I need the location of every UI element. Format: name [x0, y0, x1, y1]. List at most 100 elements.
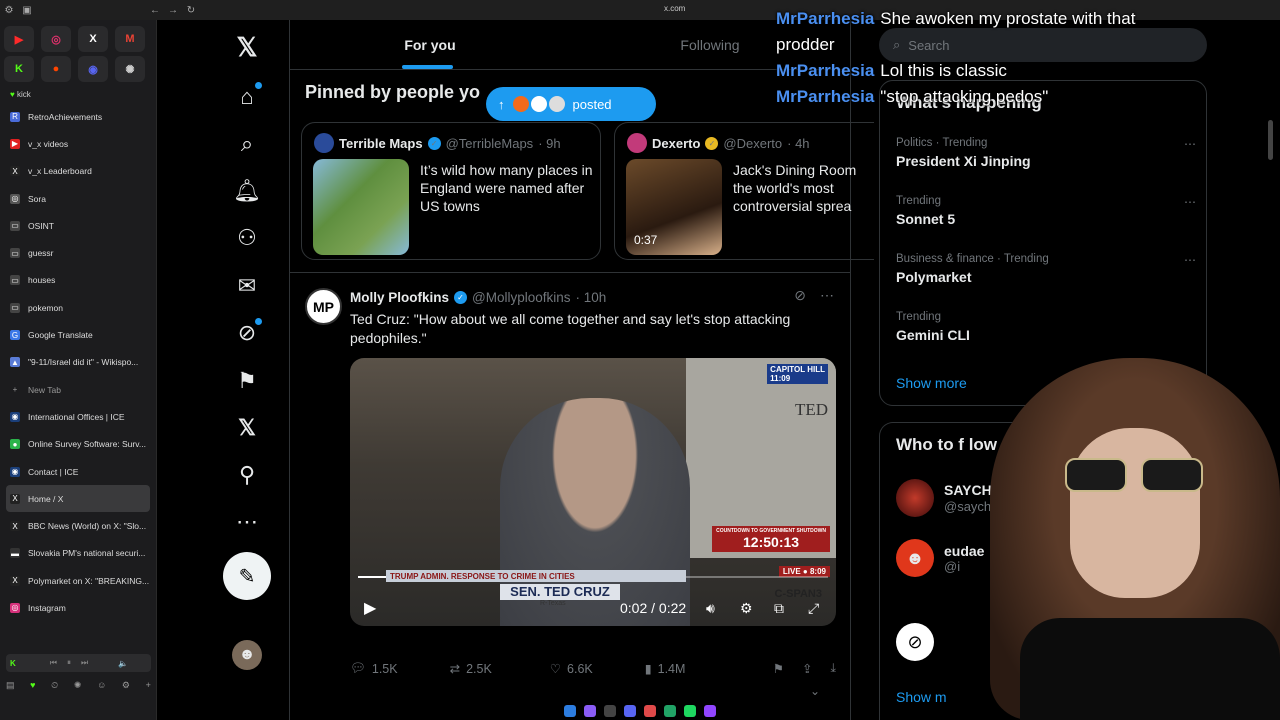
browser-tab[interactable]: ▶ v_x videos: [0, 130, 156, 157]
browser-tab[interactable]: Xv_x Leaderboard: [0, 158, 156, 185]
url-bar[interactable]: x.com: [664, 4, 685, 13]
tweet-author-name[interactable]: Molly Ploofkins: [350, 290, 449, 305]
browser-tab[interactable]: ▬ Slovakia PM's national securi...: [0, 540, 156, 567]
reload-icon[interactable]: ↻: [182, 5, 200, 16]
account-avatar[interactable]: ☻: [232, 640, 262, 670]
instagram-pin-icon[interactable]: ◎: [41, 26, 71, 52]
tweet-time[interactable]: · 10h: [576, 290, 607, 305]
reddit-pin-icon[interactable]: ●: [41, 56, 71, 82]
tweet-author-handle[interactable]: @Mollyploofkins: [472, 290, 571, 305]
play-icon[interactable]: ▶: [364, 598, 376, 618]
browser-tab[interactable]: ◎ Instagram: [0, 594, 156, 621]
app-icon[interactable]: [604, 705, 616, 717]
sidebar-toggle-icon[interactable]: ▣: [18, 5, 36, 16]
tab-label: guessr: [28, 248, 54, 259]
start-icon[interactable]: [564, 705, 576, 717]
tweet[interactable]: MP Molly Ploofkins ✓ @Mollyploofkins · 1…: [290, 273, 850, 693]
grok-icon[interactable]: ⊘: [228, 314, 266, 352]
volume-icon[interactable]: 🔈: [118, 659, 128, 668]
tab-for-you[interactable]: For you: [290, 20, 570, 69]
app-icon[interactable]: [684, 705, 696, 717]
trend-item[interactable]: Trending Sonnet 5 ⋯: [896, 195, 1196, 227]
browser-tab[interactable]: ▭ pokemon: [0, 294, 156, 321]
volume-icon-2[interactable]: 🔊︎: [706, 600, 715, 617]
app-icon[interactable]: [584, 705, 596, 717]
favorites-icon[interactable]: ♥: [30, 680, 35, 691]
browser-tab[interactable]: ▭ guessr: [0, 239, 156, 266]
more-options-icon[interactable]: ⋯: [820, 287, 834, 304]
follow-icon[interactable]: ⚇: [228, 219, 266, 257]
browser-menu-icon[interactable]: ⚙: [0, 5, 18, 16]
youtube-pin-icon[interactable]: ▶: [4, 26, 34, 52]
browser-tab[interactable]: X Polymarket on X: "BREAKING...: [0, 567, 156, 594]
browser-tab[interactable]: G Google Translate: [0, 321, 156, 348]
notifications-icon[interactable]: 🔔︎: [228, 172, 266, 210]
bookmark-icon[interactable]: ⚑: [773, 661, 784, 676]
pinned-card-2[interactable]: Dexerto ✓ @Dexerto · 4h 0:37 Jack's Dini…: [614, 122, 874, 260]
trend-item[interactable]: Politics · Trending President Xi Jinping ⋯: [896, 137, 1196, 169]
home-icon[interactable]: ⌂: [228, 78, 266, 116]
openai-pin-icon[interactable]: ✺: [115, 56, 145, 82]
like-button[interactable]: ♡ 6.6K: [550, 661, 593, 677]
app-icon[interactable]: [624, 705, 636, 717]
views-button[interactable]: ▮ 1.4M: [645, 661, 686, 677]
pause-icon[interactable]: ⏸: [67, 658, 71, 668]
tweet-avatar[interactable]: MP: [305, 288, 342, 325]
profile-icon[interactable]: ☺: [97, 680, 106, 691]
discord-pin-icon[interactable]: ◉: [78, 56, 108, 82]
next-track-icon[interactable]: ⏭: [81, 658, 88, 668]
browser-tab[interactable]: X Home / X: [6, 485, 150, 513]
download-icon[interactable]: ⤓: [830, 661, 836, 676]
trend-more-icon[interactable]: ⋯: [1184, 253, 1196, 267]
browser-tab[interactable]: ◉ International Offices | ICE: [0, 403, 156, 430]
messages-icon[interactable]: ✉: [228, 267, 266, 305]
extensions-icon[interactable]: ✺: [74, 680, 82, 691]
bookmarks-icon[interactable]: ⚑: [228, 362, 266, 400]
repost-button[interactable]: ⇄ 2.5K: [450, 661, 492, 677]
browser-tab[interactable]: ◎ Sora: [0, 185, 156, 212]
browser-sidebar-footer: ▤ ♥ ⏲ ✺ ☺ ⚙ +: [6, 680, 151, 691]
pip-icon[interactable]: ⧉: [774, 600, 784, 617]
post-button[interactable]: ✎: [223, 552, 271, 600]
grok-icon-small[interactable]: ⊘: [794, 287, 806, 304]
new-tab-button[interactable]: + New Tab: [0, 376, 156, 403]
browser-tab[interactable]: ▭ OSINT: [0, 212, 156, 239]
browser-tab[interactable]: ◉ Contact | ICE: [0, 458, 156, 485]
new-posts-pill[interactable]: ↑ posted: [486, 87, 656, 121]
x-logo-icon[interactable]: 𝕏: [228, 28, 266, 66]
fullscreen-icon[interactable]: ⤢: [808, 600, 819, 617]
gmail-pin-icon[interactable]: M: [115, 26, 145, 52]
trend-more-icon[interactable]: ⋯: [1184, 195, 1196, 209]
browser-tab[interactable]: ▭ houses: [0, 267, 156, 294]
browser-tab[interactable]: X BBC News (World) on X: "Slo...: [0, 512, 156, 539]
settings-gear-icon[interactable]: ⚙: [740, 600, 753, 617]
kick-pin-icon[interactable]: K: [4, 56, 34, 82]
browser-tab[interactable]: ● Online Survey Software: Surv...: [0, 431, 156, 458]
forward-icon[interactable]: →: [164, 5, 182, 16]
video-player[interactable]: CAPITOL HILL 11:09 TED COUNTDOWN TO GOVER…: [350, 358, 836, 626]
scroll-down-icon[interactable]: ⌄: [810, 684, 820, 698]
history-icon[interactable]: ⏲: [51, 680, 58, 691]
reply-button[interactable]: 💬︎ 1.5K: [350, 661, 398, 676]
app-icon[interactable]: [664, 705, 676, 717]
app-icon[interactable]: [644, 705, 656, 717]
trend-item[interactable]: Business & finance · Trending Polymarket ⋯: [896, 253, 1196, 285]
browser-tab[interactable]: R RetroAchievements: [0, 103, 156, 130]
x-pin-icon[interactable]: X: [78, 26, 108, 52]
app-icon[interactable]: [704, 705, 716, 717]
browser-tab[interactable]: ▲ "9-11/Israel did it" - Wikispo...: [0, 349, 156, 376]
more-icon[interactable]: ⋯: [228, 503, 266, 541]
back-icon[interactable]: ←: [146, 5, 164, 16]
archive-icon[interactable]: ▤: [6, 680, 15, 691]
trend-more-icon[interactable]: ⋯: [1184, 137, 1196, 151]
pinned-card[interactable]: Terrible Maps ✓ @TerribleMaps · 9h It’s …: [301, 122, 601, 260]
add-icon[interactable]: +: [146, 680, 151, 691]
premium-icon[interactable]: 𝕏: [228, 409, 266, 447]
settings-icon[interactable]: ⚙: [122, 680, 130, 691]
prev-track-icon[interactable]: ⏮: [50, 658, 57, 668]
scrollbar-thumb[interactable]: [1268, 120, 1273, 160]
tab-label: BBC News (World) on X: "Slo...: [28, 521, 147, 532]
profile-nav-icon[interactable]: ⚲: [228, 456, 266, 494]
share-icon[interactable]: ⇪: [802, 661, 812, 676]
explore-icon[interactable]: ⌕: [228, 125, 266, 163]
